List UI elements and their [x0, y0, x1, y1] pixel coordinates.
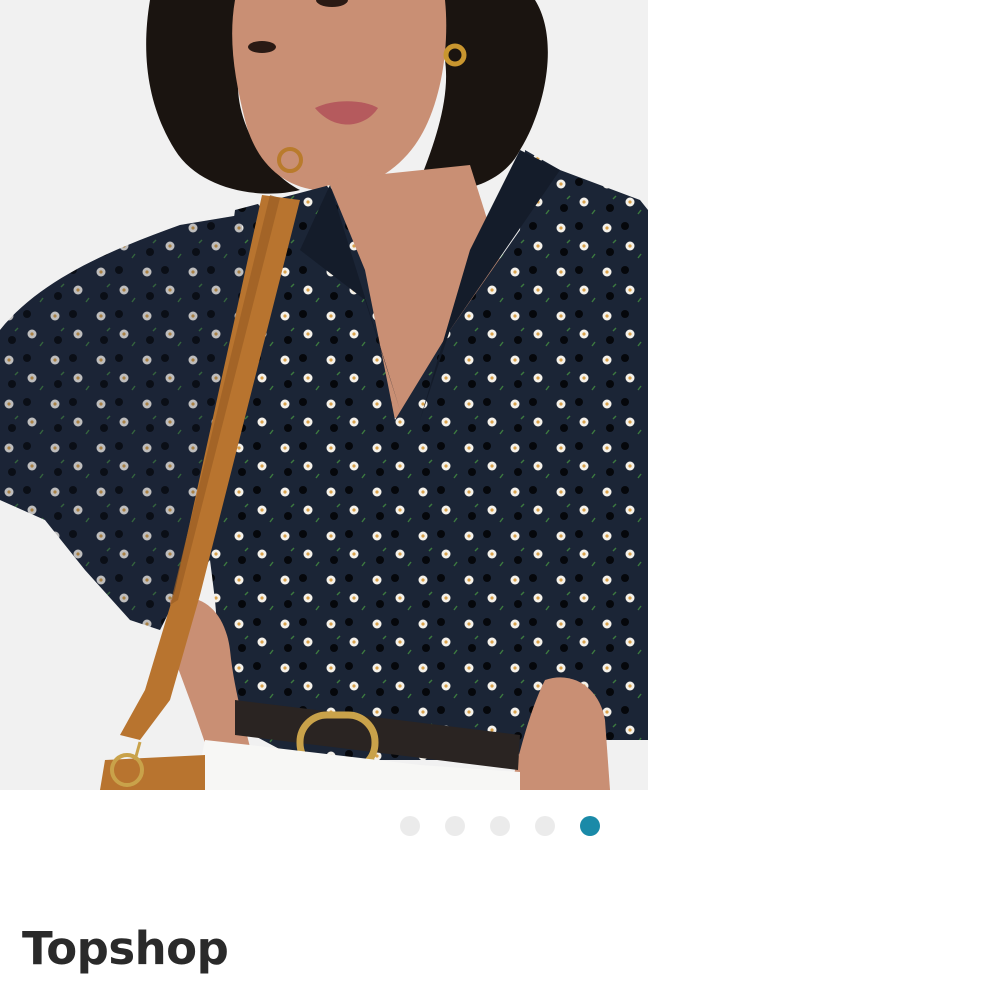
- product-image[interactable]: [0, 0, 648, 790]
- carousel-dot-2[interactable]: [445, 816, 465, 836]
- carousel-dot-4[interactable]: [535, 816, 555, 836]
- model-photo: [0, 0, 648, 790]
- product-page: Topshop: [0, 0, 1000, 1000]
- carousel-dot-5-active[interactable]: [580, 816, 600, 836]
- carousel-pager: [400, 816, 600, 836]
- carousel-dot-1[interactable]: [400, 816, 420, 836]
- carousel-dot-3[interactable]: [490, 816, 510, 836]
- brand-name[interactable]: Topshop: [22, 922, 229, 976]
